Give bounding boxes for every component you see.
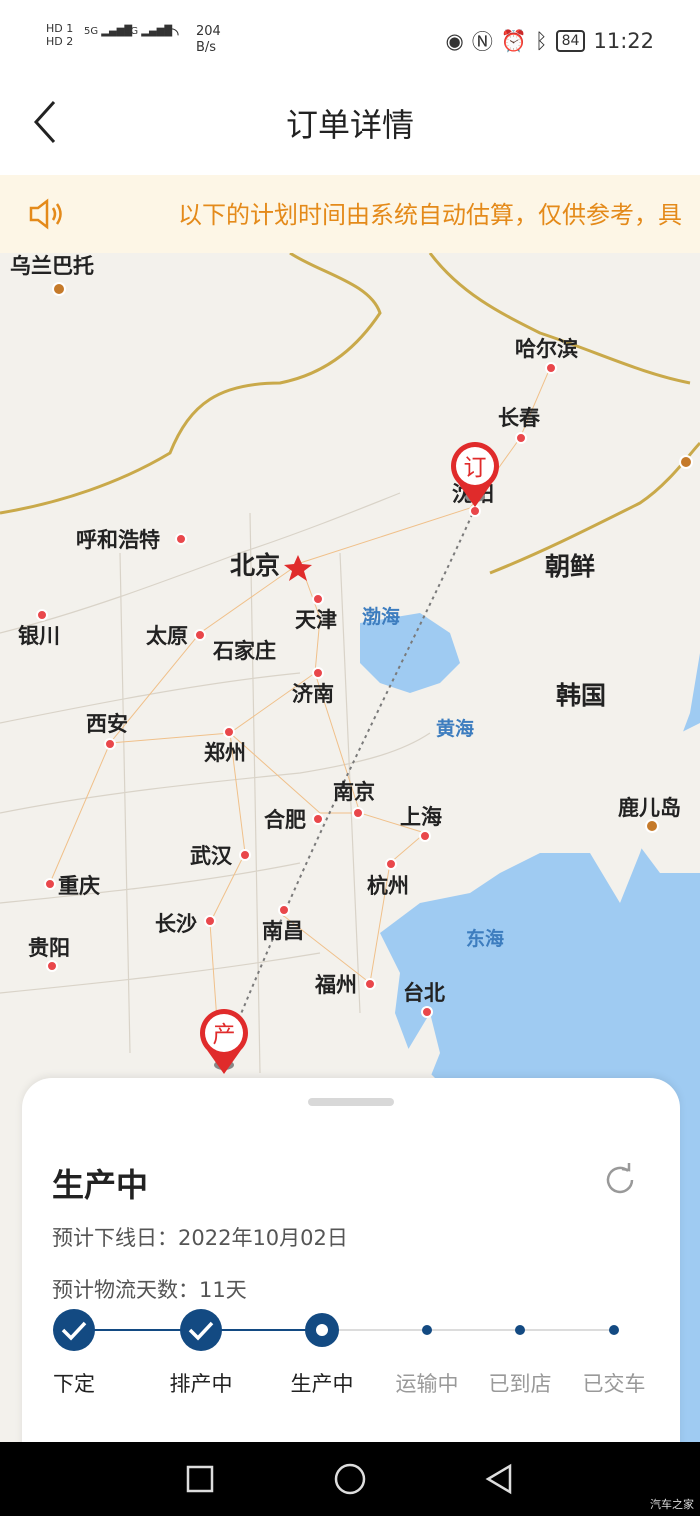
battery-indicator: 84 xyxy=(555,30,586,52)
label-nanchang: 南昌 xyxy=(262,919,304,943)
label-south-korea: 韩国 xyxy=(556,681,606,710)
label-yinchuan: 银川 xyxy=(18,624,60,648)
step-dot-arrived xyxy=(515,1325,525,1335)
label-east-sea: 东海 xyxy=(466,927,504,950)
network-speed: 204 B/s xyxy=(196,24,221,55)
production-marker-label: 产 xyxy=(213,1022,236,1048)
hd2-badge: HD 2 xyxy=(46,35,74,48)
status-right: ◉ Ⓝ ⏰ ᛒ 84 11:22 xyxy=(446,26,654,56)
label-harbin: 哈尔滨 xyxy=(515,337,578,361)
progress-stepper: 下定 排产中 生产中 运输中 已到店 已交车 xyxy=(22,1308,680,1418)
label-changchun: 长春 xyxy=(498,406,541,430)
label-changsha: 长沙 xyxy=(155,912,197,936)
wifi-icon: ◠ xyxy=(164,24,180,45)
home-icon[interactable] xyxy=(334,1463,366,1495)
label-fuzhou: 福州 xyxy=(314,973,357,997)
watermark: 汽车之家 xyxy=(650,1498,694,1511)
header: 订单详情 xyxy=(0,80,700,175)
status-bar: HD 1 HD 2 5G ▂▄▆█ 4G ▂▄▆█ ◠ 204 B/s ◉ Ⓝ … xyxy=(0,0,700,80)
step-dot-scheduling xyxy=(180,1309,222,1351)
label-tianjin: 天津 xyxy=(295,608,337,632)
notice-banner: 以下的计划时间由系统自动估算，仅供参考，具 xyxy=(0,175,700,253)
step-dot-producing xyxy=(305,1313,339,1347)
system-nav-bar: 汽车之家 xyxy=(0,1442,700,1516)
page-title: 订单详情 xyxy=(285,106,414,144)
label-north-korea: 朝鲜 xyxy=(545,552,595,581)
step-label-scheduling: 排产中 xyxy=(169,1372,233,1396)
hd1-badge: HD 1 xyxy=(46,22,74,35)
refresh-icon[interactable] xyxy=(602,1162,638,1198)
label-kagoshima: 鹿儿岛 xyxy=(618,796,681,820)
current-status-title: 生产中 xyxy=(52,1166,149,1204)
clock: 11:22 xyxy=(593,29,654,53)
label-guiyang: 贵阳 xyxy=(28,936,70,960)
label-wuhan: 武汉 xyxy=(190,844,233,868)
expected-offline-date: 预计下线日：2022年10月02日 xyxy=(52,1226,348,1250)
label-shijiazhuang: 石家庄 xyxy=(212,639,276,663)
order-marker-label: 订 xyxy=(464,455,487,481)
sim-indicators: HD 1 HD 2 xyxy=(46,22,73,48)
alarm-icon: ⏰ xyxy=(500,28,528,53)
label-chongqing: 重庆 xyxy=(58,874,100,898)
label-beijing: 北京 xyxy=(230,551,280,580)
label-taiyuan: 太原 xyxy=(146,624,188,648)
step-label-arrived: 已到店 xyxy=(488,1372,552,1396)
nfc-icon: Ⓝ xyxy=(471,30,493,54)
step-label-ordered: 下定 xyxy=(53,1372,95,1396)
label-zhengzhou: 郑州 xyxy=(204,741,246,765)
step-label-delivered: 已交车 xyxy=(582,1372,646,1396)
logistics-days: 预计物流天数：11天 xyxy=(52,1278,247,1302)
step-label-producing: 生产中 xyxy=(290,1372,354,1396)
recent-apps-icon[interactable] xyxy=(186,1465,214,1493)
label-hefei: 合肥 xyxy=(264,808,306,832)
order-status-sheet: 生产中 预计下线日：2022年10月02日 预计物流天数：11天 下定 排产中 … xyxy=(22,1078,680,1458)
label-nanjing: 南京 xyxy=(333,780,375,804)
speaker-icon xyxy=(29,198,62,230)
notice-text: 以下的计划时间由系统自动估算，仅供参考，具 xyxy=(178,201,682,229)
eye-icon: ◉ xyxy=(445,29,464,53)
label-yellow-sea: 黄海 xyxy=(436,717,474,740)
step-dot-delivered xyxy=(609,1325,619,1335)
label-hangzhou: 杭州 xyxy=(367,874,409,898)
label-shanghai: 上海 xyxy=(400,805,442,829)
label-xian: 西安 xyxy=(86,712,128,736)
label-taipei: 台北 xyxy=(403,981,445,1005)
label-ulaanbaatar: 乌兰巴托 xyxy=(10,254,94,278)
bluetooth-icon: ᛒ xyxy=(535,29,548,53)
step-dot-shipping xyxy=(422,1325,432,1335)
label-bohai: 渤海 xyxy=(362,605,400,628)
drag-handle[interactable] xyxy=(308,1098,394,1106)
back-nav-icon[interactable] xyxy=(485,1463,512,1495)
step-label-shipping: 运输中 xyxy=(395,1372,459,1396)
label-hohhot: 呼和浩特 xyxy=(76,528,160,552)
step-dot-ordered xyxy=(53,1309,95,1351)
label-jinan: 济南 xyxy=(292,682,334,706)
